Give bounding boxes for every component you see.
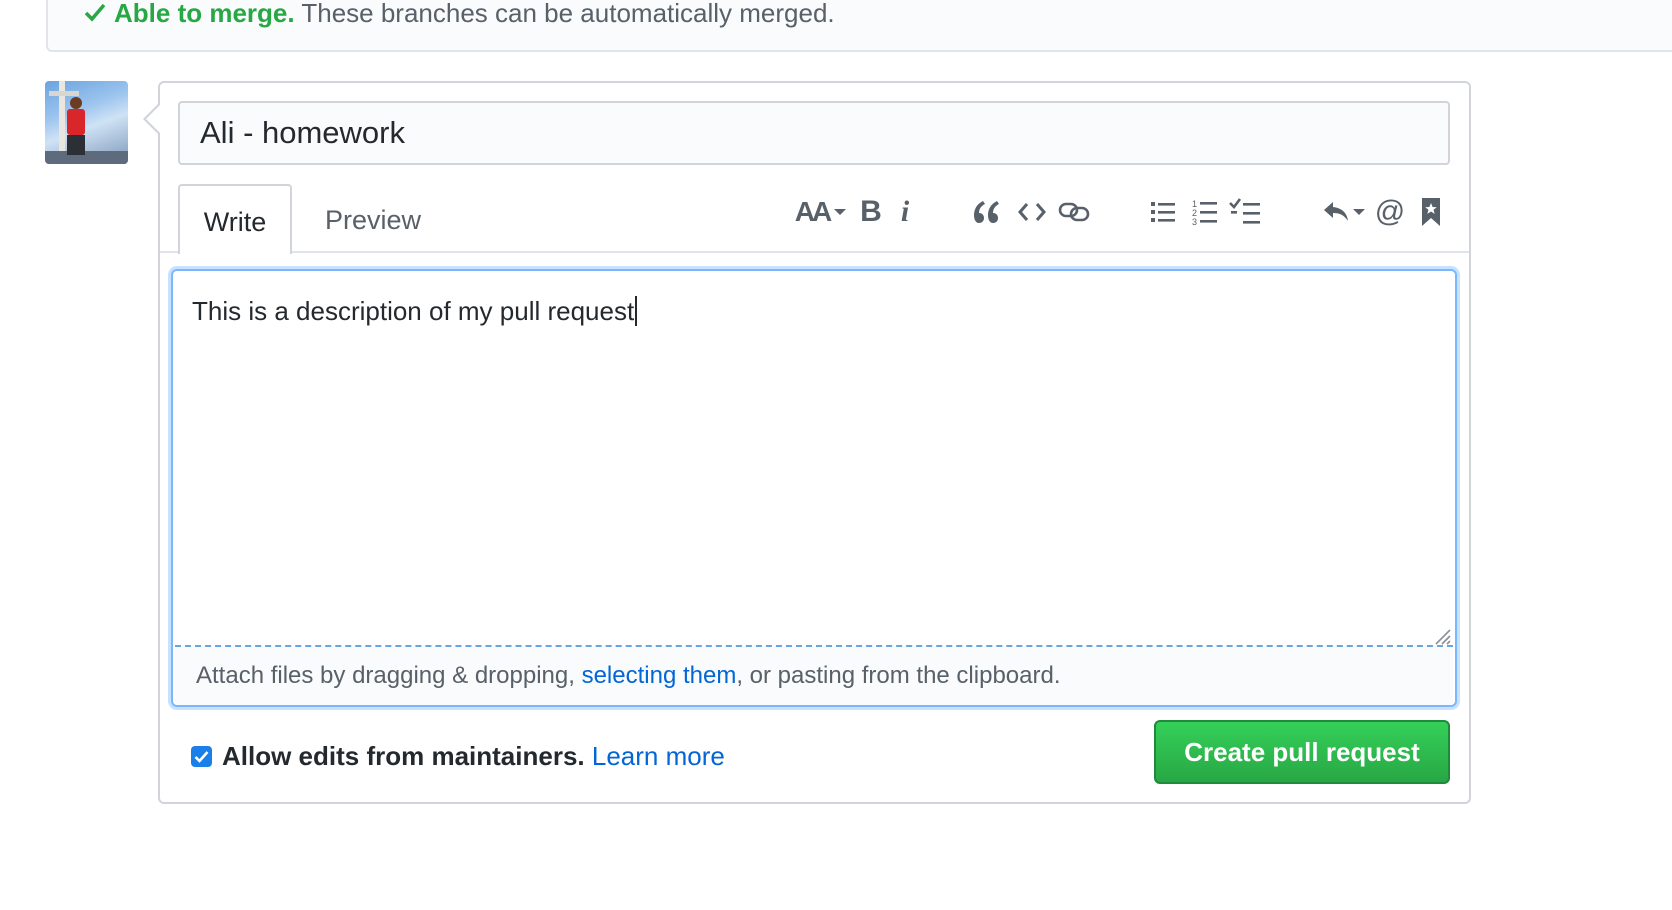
learn-more-link[interactable]: Learn more: [592, 741, 725, 771]
avatar[interactable]: [45, 81, 128, 164]
merge-status-line: Able to merge. These branches can be aut…: [84, 0, 835, 26]
mention-icon[interactable]: @: [1374, 190, 1406, 234]
select-files-link[interactable]: selecting them: [582, 662, 737, 689]
resize-handle-icon[interactable]: [1432, 626, 1452, 646]
reply-icon[interactable]: [1320, 190, 1368, 234]
svg-text:3: 3: [1192, 217, 1197, 226]
text-caret: [635, 296, 638, 326]
create-pull-request-button[interactable]: Create pull request: [1154, 720, 1450, 784]
unordered-list-icon[interactable]: [1148, 190, 1178, 234]
ordered-list-icon[interactable]: 123: [1190, 190, 1220, 234]
merge-status-label: Able to merge.: [114, 0, 295, 28]
link-icon[interactable]: [1056, 190, 1092, 234]
task-list-icon[interactable]: [1228, 190, 1262, 234]
text-size-icon[interactable]: AA: [794, 190, 848, 234]
bold-icon[interactable]: B: [858, 190, 884, 234]
bookmark-icon[interactable]: [1418, 190, 1444, 234]
description-textarea[interactable]: [171, 269, 1457, 707]
tab-write[interactable]: Write: [178, 184, 292, 254]
code-icon[interactable]: [1016, 190, 1048, 234]
attach-files-hint: Attach files by dragging & dropping, sel…: [196, 662, 1061, 689]
title-input[interactable]: [178, 101, 1450, 165]
quote-icon[interactable]: [970, 190, 1002, 234]
allow-edits-label: Allow edits from maintainers. Learn more: [222, 741, 725, 771]
merge-status-message: These branches can be automatically merg…: [294, 0, 835, 28]
description-text[interactable]: This is a description of my pull request: [192, 296, 638, 326]
check-icon: [84, 0, 106, 26]
italic-icon[interactable]: i: [894, 190, 916, 234]
allow-edits-checkbox[interactable]: [191, 746, 212, 767]
tab-preview[interactable]: Preview: [308, 184, 438, 252]
